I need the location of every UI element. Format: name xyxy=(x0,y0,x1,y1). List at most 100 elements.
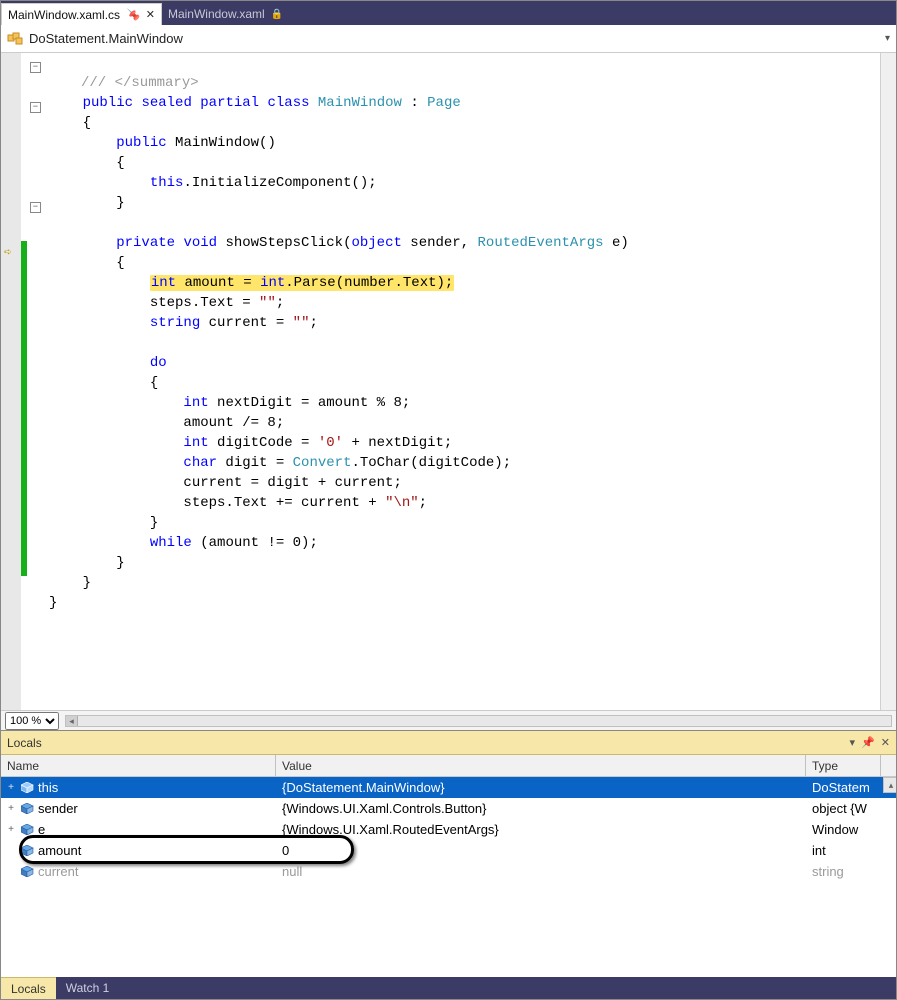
code-text: MainWindow() xyxy=(167,135,276,151)
code-text: public xyxy=(116,135,166,151)
code-text: (amount != 0); xyxy=(192,535,318,551)
locals-name: sender xyxy=(38,801,78,816)
fold-toggle[interactable]: − xyxy=(30,102,41,113)
file-tab-bar: MainWindow.xaml.cs 📌 ✕ MainWindow.xaml 🔒 xyxy=(1,1,896,25)
horizontal-scrollbar[interactable]: ◂ xyxy=(65,715,892,727)
code-text: + nextDigit; xyxy=(343,435,452,451)
code-text: .InitializeComponent(); xyxy=(183,175,376,191)
code-text: public xyxy=(83,95,133,111)
code-text: '0' xyxy=(318,435,343,451)
locals-row[interactable]: amount0int xyxy=(1,840,896,861)
locals-header-type[interactable]: Type xyxy=(806,755,881,776)
code-text: class xyxy=(267,95,309,111)
lock-icon: 🔒 xyxy=(271,9,283,20)
close-icon[interactable]: ✕ xyxy=(881,736,890,749)
code-text: this xyxy=(150,175,184,191)
code-text: Page xyxy=(427,95,461,111)
code-text: digitCode = xyxy=(209,435,318,451)
code-text: "" xyxy=(293,315,310,331)
expander-icon[interactable]: + xyxy=(5,803,17,814)
expander-icon[interactable]: + xyxy=(5,824,17,835)
pin-icon[interactable]: 📌 xyxy=(126,8,139,22)
locals-value: {Windows.UI.Xaml.Controls.Button} xyxy=(276,801,806,816)
locals-title-label: Locals xyxy=(7,736,42,750)
locals-value: {DoStatement.MainWindow} xyxy=(276,780,806,795)
locals-name: amount xyxy=(38,843,81,858)
expander-icon[interactable]: + xyxy=(5,782,17,793)
code-text: nextDigit = amount % 8; xyxy=(209,395,411,411)
code-text: do xyxy=(150,355,167,371)
locals-type: object {W xyxy=(806,801,881,816)
bottom-tab-watch[interactable]: Watch 1 xyxy=(56,977,120,999)
locals-header-row: Name Value Type xyxy=(1,755,896,777)
locals-row[interactable]: +this{DoStatement.MainWindow}DoStatem xyxy=(1,777,896,798)
code-text: showStepsClick( xyxy=(217,235,351,251)
code-text: char xyxy=(183,455,217,471)
locals-type: int xyxy=(806,843,881,858)
zoom-bar: 100 % ◂ xyxy=(1,710,896,730)
window-dropdown-icon[interactable]: ▾ xyxy=(850,736,856,749)
code-text: amount = xyxy=(176,275,260,291)
code-text: while xyxy=(150,535,192,551)
code-text: int xyxy=(260,275,285,291)
scroll-left-icon[interactable]: ◂ xyxy=(66,716,78,726)
locals-row[interactable]: + sender {Windows.UI.Xaml.Controls.Button}… xyxy=(1,798,896,819)
file-tab-active[interactable]: MainWindow.xaml.cs 📌 ✕ xyxy=(1,3,162,25)
close-icon[interactable]: ✕ xyxy=(146,8,155,21)
vertical-scrollbar[interactable] xyxy=(880,53,896,710)
code-text: steps.Text += current + xyxy=(183,495,385,511)
fold-gutter[interactable]: − − − xyxy=(27,53,45,710)
scroll-up-icon[interactable]: ▴ xyxy=(883,777,896,793)
locals-header-value[interactable]: Value xyxy=(276,755,806,776)
code-text: void xyxy=(183,235,217,251)
code-text: /// </summary> xyxy=(81,75,199,91)
code-text: private xyxy=(116,235,175,251)
fold-toggle[interactable]: − xyxy=(30,202,41,213)
code-editor[interactable]: ➪ − − − /// </summary> public sealed par… xyxy=(1,53,896,710)
locals-row[interactable]: currentnullstring xyxy=(1,861,896,882)
code-text: RoutedEventArgs xyxy=(478,235,604,251)
locals-value: null xyxy=(276,864,806,879)
locals-name: e xyxy=(38,822,45,837)
code-text: string xyxy=(150,315,200,331)
locals-name: this xyxy=(38,780,58,795)
pin-icon[interactable]: 📌 xyxy=(861,736,875,749)
code-text: digit = xyxy=(217,455,293,471)
code-text: ; xyxy=(276,295,284,311)
locals-header-name[interactable]: Name xyxy=(1,755,276,776)
class-icon xyxy=(7,32,23,46)
locals-type: Window xyxy=(806,822,881,837)
code-text: ; xyxy=(419,495,427,511)
class-name: DoStatement.MainWindow xyxy=(29,31,183,46)
code-text: int xyxy=(183,435,208,451)
locals-row[interactable]: + e {Windows.UI.Xaml.RoutedEventArgs}Windo… xyxy=(1,819,896,840)
code-text: MainWindow xyxy=(318,95,402,111)
class-navigator[interactable]: DoStatement.MainWindow ▾ xyxy=(1,25,896,53)
code-text: ; xyxy=(309,315,317,331)
breakpoint-gutter[interactable]: ➪ xyxy=(1,53,21,710)
code-text: e) xyxy=(604,235,629,251)
locals-value: {Windows.UI.Xaml.RoutedEventArgs} xyxy=(276,822,806,837)
code-content[interactable]: /// </summary> public sealed partial cla… xyxy=(45,53,896,710)
file-tab-inactive[interactable]: MainWindow.xaml 🔒 xyxy=(162,3,289,25)
locals-titlebar[interactable]: Locals ▾ 📌 ✕ xyxy=(1,731,896,755)
code-text: amount /= 8; xyxy=(183,415,284,431)
code-text: Convert xyxy=(293,455,352,471)
locals-body[interactable]: ▴ +this{DoStatement.MainWindow}DoStatem+… xyxy=(1,777,896,977)
code-text: .Parse(number.Text); xyxy=(285,275,453,291)
file-tab-label: MainWindow.xaml.cs xyxy=(8,8,120,22)
bottom-tab-locals[interactable]: Locals xyxy=(1,977,56,999)
code-text: : xyxy=(402,95,427,111)
code-text: "" xyxy=(259,295,276,311)
code-text: "\n" xyxy=(385,495,419,511)
chevron-down-icon[interactable]: ▾ xyxy=(885,33,890,44)
code-text: sender, xyxy=(402,235,478,251)
code-text: current = digit + current; xyxy=(183,475,401,491)
fold-toggle[interactable]: − xyxy=(30,62,41,73)
code-text: int xyxy=(183,395,208,411)
code-text: partial xyxy=(200,95,259,111)
file-tab-label: MainWindow.xaml xyxy=(168,7,265,21)
code-text: int xyxy=(151,275,176,291)
code-text: steps.Text = xyxy=(150,295,259,311)
zoom-select[interactable]: 100 % xyxy=(5,712,59,730)
